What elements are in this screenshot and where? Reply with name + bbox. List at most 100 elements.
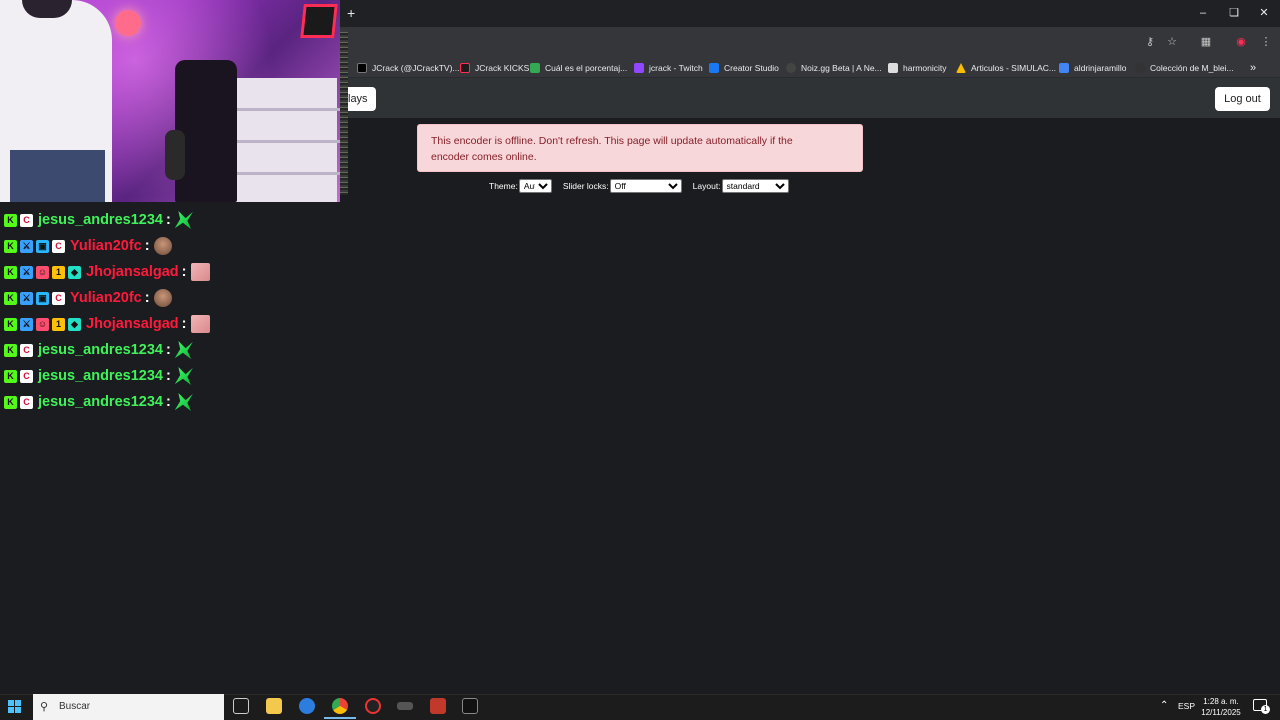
extensions-puzzle-icon[interactable]: ▦ xyxy=(1199,35,1213,49)
chat-message: K ⚔ ☺ 1 ◆ Jhojansalgad: xyxy=(4,313,210,335)
one-badge-icon: 1 xyxy=(52,317,65,331)
kick-badge-icon: K xyxy=(4,395,17,409)
twitch-icon xyxy=(634,63,644,73)
shelf xyxy=(232,78,340,202)
chat-username[interactable]: jesus_andres1234 xyxy=(38,342,163,358)
taskbar-search-input[interactable]: Buscar xyxy=(33,694,224,720)
bookmark-coleccion[interactable]: Colección de M_blei... xyxy=(1135,60,1234,76)
kick-badge-icon: K xyxy=(4,343,17,357)
bookmark-noiz[interactable]: Noiz.gg Beta | A Ne... xyxy=(786,60,882,76)
bookmark-creator-studio[interactable]: Creator Studio xyxy=(709,60,779,76)
chat-emote-icon xyxy=(174,341,193,359)
bookmark-harmonicity[interactable]: harmonicity xyxy=(888,60,946,76)
chat-username[interactable]: Jhojansalgad xyxy=(86,264,179,280)
chrome-icon[interactable] xyxy=(332,698,348,714)
sword-badge-icon: ⚔ xyxy=(20,291,33,305)
bookmark-articulos[interactable]: Articulos - SIMULAC... xyxy=(956,60,1056,76)
chat-message: K ⚔ ▣ C Yulian20fc: xyxy=(4,287,172,309)
bookmark-aldrinjaramillo[interactable]: aldrinjaramillo xyxy=(1059,60,1126,76)
chat-colon: : xyxy=(165,368,171,384)
file-explorer-icon[interactable] xyxy=(266,698,282,714)
sword-badge-icon: ⚔ xyxy=(20,317,33,331)
epic-games-icon[interactable] xyxy=(462,698,478,714)
windows-start-icon[interactable] xyxy=(8,700,22,714)
gem-badge-icon: ◆ xyxy=(68,265,81,279)
close-icon[interactable]: ✕ xyxy=(1257,6,1271,20)
slider-locks-select[interactable]: Off xyxy=(609,179,682,193)
chat-username[interactable]: jesus_andres1234 xyxy=(38,394,163,410)
settings-controls: Theme: Auto Slider locks: Off Layout: st… xyxy=(489,178,800,194)
chat-message: K Cjesus_andres1234: xyxy=(4,339,193,361)
chat-username[interactable]: Yulian20fc xyxy=(70,238,142,254)
outlook-icon[interactable] xyxy=(299,698,315,714)
obs-icon[interactable] xyxy=(365,698,381,714)
tray-chevron-up-icon[interactable]: ⌃ xyxy=(1160,700,1168,711)
sword-badge-icon: ⚔ xyxy=(20,239,33,253)
chat-message: K Cjesus_andres1234: xyxy=(4,209,193,231)
star-bookmark-icon[interactable]: ☆ xyxy=(1165,35,1179,49)
chat-message: K ⚔ ☺ 1 ◆ Jhojansalgad: xyxy=(4,261,210,283)
chat-emote-icon xyxy=(153,289,172,307)
new-tab-plus-icon[interactable]: + xyxy=(347,6,359,20)
theme-select[interactable]: Auto xyxy=(518,179,552,193)
theme-label: Theme: xyxy=(489,181,518,191)
jc-badge-icon: C xyxy=(20,395,33,409)
x-logo-icon xyxy=(357,63,367,73)
chat-colon: : xyxy=(165,394,171,410)
jc-badge-icon: C xyxy=(52,291,65,305)
harmonicity-icon xyxy=(888,63,898,73)
bookmark-porcentaje[interactable]: Cuál es el porcentaj... xyxy=(530,60,627,76)
bookmarks-overflow-chevron-icon[interactable]: » xyxy=(1250,60,1256,76)
webcam-overlay xyxy=(0,0,340,202)
tray-clock[interactable]: 1:28 a. m. 12/11/2025 xyxy=(1196,696,1246,718)
chat-emote-icon xyxy=(174,211,193,229)
wall-logo xyxy=(300,4,338,38)
kick-badge-icon: K xyxy=(4,291,17,305)
app-gray-icon[interactable] xyxy=(397,702,413,710)
chat-emote-icon xyxy=(190,315,210,333)
chat-username[interactable]: jesus_andres1234 xyxy=(38,368,163,384)
bookmark-jcrack-kicks[interactable]: JCrack KICKS xyxy=(460,60,529,76)
drive-icon xyxy=(956,63,966,73)
slider-locks-label: Slider locks: xyxy=(562,181,609,191)
profile-avatar-icon[interactable]: ◉ xyxy=(1234,35,1248,49)
tray-language[interactable]: ESP xyxy=(1178,701,1195,711)
minimize-icon[interactable]: – xyxy=(1196,6,1210,20)
mask-badge-icon: ☺ xyxy=(36,317,49,331)
task-view-icon[interactable] xyxy=(233,698,249,714)
cube-badge-icon: ▣ xyxy=(36,291,49,305)
jc-badge-icon: C xyxy=(20,369,33,383)
one-badge-icon: 1 xyxy=(52,265,65,279)
jc-badge-icon: C xyxy=(20,213,33,227)
bookmark-twitch[interactable]: jcrack - Twitch xyxy=(634,60,703,76)
chat-colon: : xyxy=(165,342,171,358)
menu-kebab-icon[interactable]: ⋮ xyxy=(1259,35,1273,49)
layout-select[interactable]: standard xyxy=(721,179,789,193)
bookmark-jcrack-x[interactable]: JCrack (@JCrackTV)... xyxy=(357,60,460,76)
jc-badge-icon: C xyxy=(52,239,65,253)
chat-username[interactable]: jesus_andres1234 xyxy=(38,212,163,228)
active-app-indicator xyxy=(324,717,356,719)
chat-emote-icon xyxy=(190,263,210,281)
layout-label: Layout: xyxy=(692,181,721,191)
jc-logo-icon xyxy=(460,63,470,73)
gem-badge-icon: ◆ xyxy=(68,317,81,331)
overlay-edge-strip xyxy=(340,30,348,195)
app-red-icon[interactable] xyxy=(430,698,446,714)
notification-icon[interactable]: 1 xyxy=(1253,699,1270,714)
calendar-icon xyxy=(1059,63,1069,73)
chat-username[interactable]: Yulian20fc xyxy=(70,290,142,306)
password-key-icon[interactable]: ⚷ xyxy=(1143,35,1157,49)
offline-alert: This encoder is offline. Don't refresh. … xyxy=(417,124,863,172)
kick-badge-icon: K xyxy=(4,317,17,331)
chat-emote-icon xyxy=(174,367,193,385)
github-icon xyxy=(1135,63,1145,73)
restore-icon[interactable]: ❏ xyxy=(1227,6,1241,20)
gaming-chair xyxy=(175,60,237,202)
cube-badge-icon: ▣ xyxy=(36,239,49,253)
kick-badge-icon: K xyxy=(4,369,17,383)
facebook-icon xyxy=(709,63,719,73)
chat-username[interactable]: Jhojansalgad xyxy=(86,316,179,332)
kick-badge-icon: K xyxy=(4,239,17,253)
logout-button[interactable]: Log out xyxy=(1215,87,1270,111)
